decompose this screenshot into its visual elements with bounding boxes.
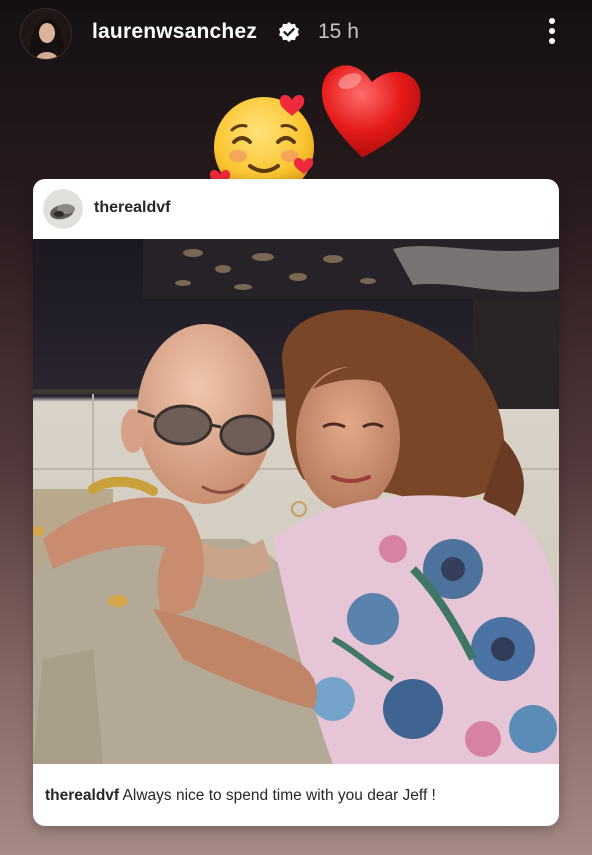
post-author-avatar[interactable] [43, 189, 83, 229]
caption-text: Always nice to spend time with you dear … [122, 787, 436, 804]
story-username[interactable]: laurenwsanchez [92, 20, 257, 44]
story-header: laurenwsanchez 15 h [0, 0, 592, 70]
post-photo[interactable] [33, 239, 559, 764]
more-vertical-icon[interactable] [540, 16, 564, 46]
caption-username[interactable]: therealdvf [45, 787, 119, 804]
story-timestamp: 15 h [318, 20, 359, 43]
shared-post-card[interactable]: therealdvf therealdvf Always nice to spe… [33, 179, 559, 826]
post-caption: therealdvf Always nice to spend time wit… [45, 787, 550, 805]
story-author-avatar[interactable] [20, 8, 72, 60]
post-username[interactable]: therealdvf [94, 199, 170, 217]
verified-badge-icon [279, 22, 299, 42]
red-heart-emoji[interactable] [310, 54, 428, 166]
